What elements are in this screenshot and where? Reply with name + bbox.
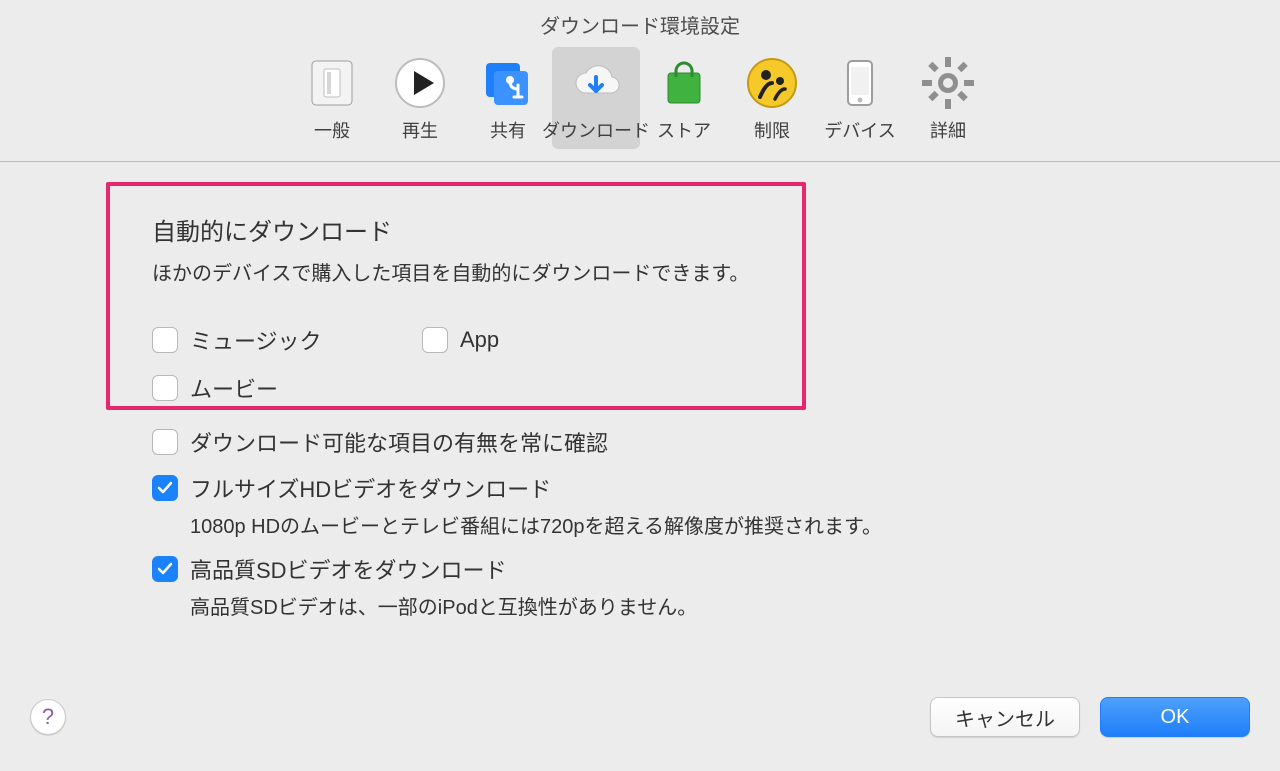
tab-label: 制限 <box>754 117 790 143</box>
hint-full-hd: 1080p HDのムービーとテレビ番組には720pを超える解像度が推奨されます。 <box>190 510 1220 539</box>
tab-devices[interactable]: デバイス <box>816 47 904 149</box>
tab-playback[interactable]: 再生 <box>376 47 464 149</box>
label-app: App <box>460 327 499 353</box>
device-icon <box>832 55 888 111</box>
store-icon <box>656 55 712 111</box>
tab-label: ストア <box>657 117 711 143</box>
auto-download-title: 自動的にダウンロード <box>152 212 1220 247</box>
tab-label: 詳細 <box>930 117 966 143</box>
tab-general[interactable]: 一般 <box>288 47 376 149</box>
tab-label: ダウンロード <box>542 117 650 143</box>
play-icon <box>392 55 448 111</box>
tab-sharing[interactable]: 共有 <box>464 47 552 149</box>
tab-advanced[interactable]: 詳細 <box>904 47 992 149</box>
tab-restrictions[interactable]: 制限 <box>728 47 816 149</box>
dialog-footer: ? キャンセル OK <box>0 681 1280 771</box>
tab-downloads[interactable]: ダウンロード <box>552 47 640 149</box>
label-hq-sd: 高品質SDビデオをダウンロード <box>190 553 507 585</box>
hint-hq-sd: 高品質SDビデオは、一部のiPodと互換性がありません。 <box>190 591 1220 620</box>
checkbox-music[interactable] <box>152 327 178 353</box>
tab-label: デバイス <box>824 117 895 143</box>
preferences-toolbar: 一般 再生 共有 ダウンロード ストア 制限 デバイス <box>0 39 1280 162</box>
help-button[interactable]: ? <box>30 699 66 735</box>
checkbox-app[interactable] <box>422 327 448 353</box>
tab-label: 一般 <box>314 117 350 143</box>
label-full-hd: フルサイズHDビデオをダウンロード <box>190 472 551 504</box>
window-title: ダウンロード環境設定 <box>0 0 1280 39</box>
checkbox-movies[interactable] <box>152 375 178 401</box>
ok-button[interactable]: OK <box>1100 697 1250 737</box>
label-movies: ムービー <box>190 372 278 404</box>
download-cloud-icon <box>568 55 624 111</box>
parental-icon <box>744 55 800 111</box>
checkbox-check-available[interactable] <box>152 429 178 455</box>
checkbox-hq-sd[interactable] <box>152 556 178 582</box>
tab-store[interactable]: ストア <box>640 47 728 149</box>
sharing-icon <box>480 55 536 111</box>
checkbox-full-hd[interactable] <box>152 475 178 501</box>
general-icon <box>304 55 360 111</box>
tab-label: 再生 <box>402 117 438 143</box>
label-check-available: ダウンロード可能な項目の有無を常に確認 <box>190 426 608 458</box>
cancel-button[interactable]: キャンセル <box>930 697 1080 737</box>
label-music: ミュージック <box>190 324 322 356</box>
gear-icon <box>920 55 976 111</box>
auto-download-subtitle: ほかのデバイスで購入した項目を自動的にダウンロードできます。 <box>152 257 1220 286</box>
tab-label: 共有 <box>490 117 526 143</box>
